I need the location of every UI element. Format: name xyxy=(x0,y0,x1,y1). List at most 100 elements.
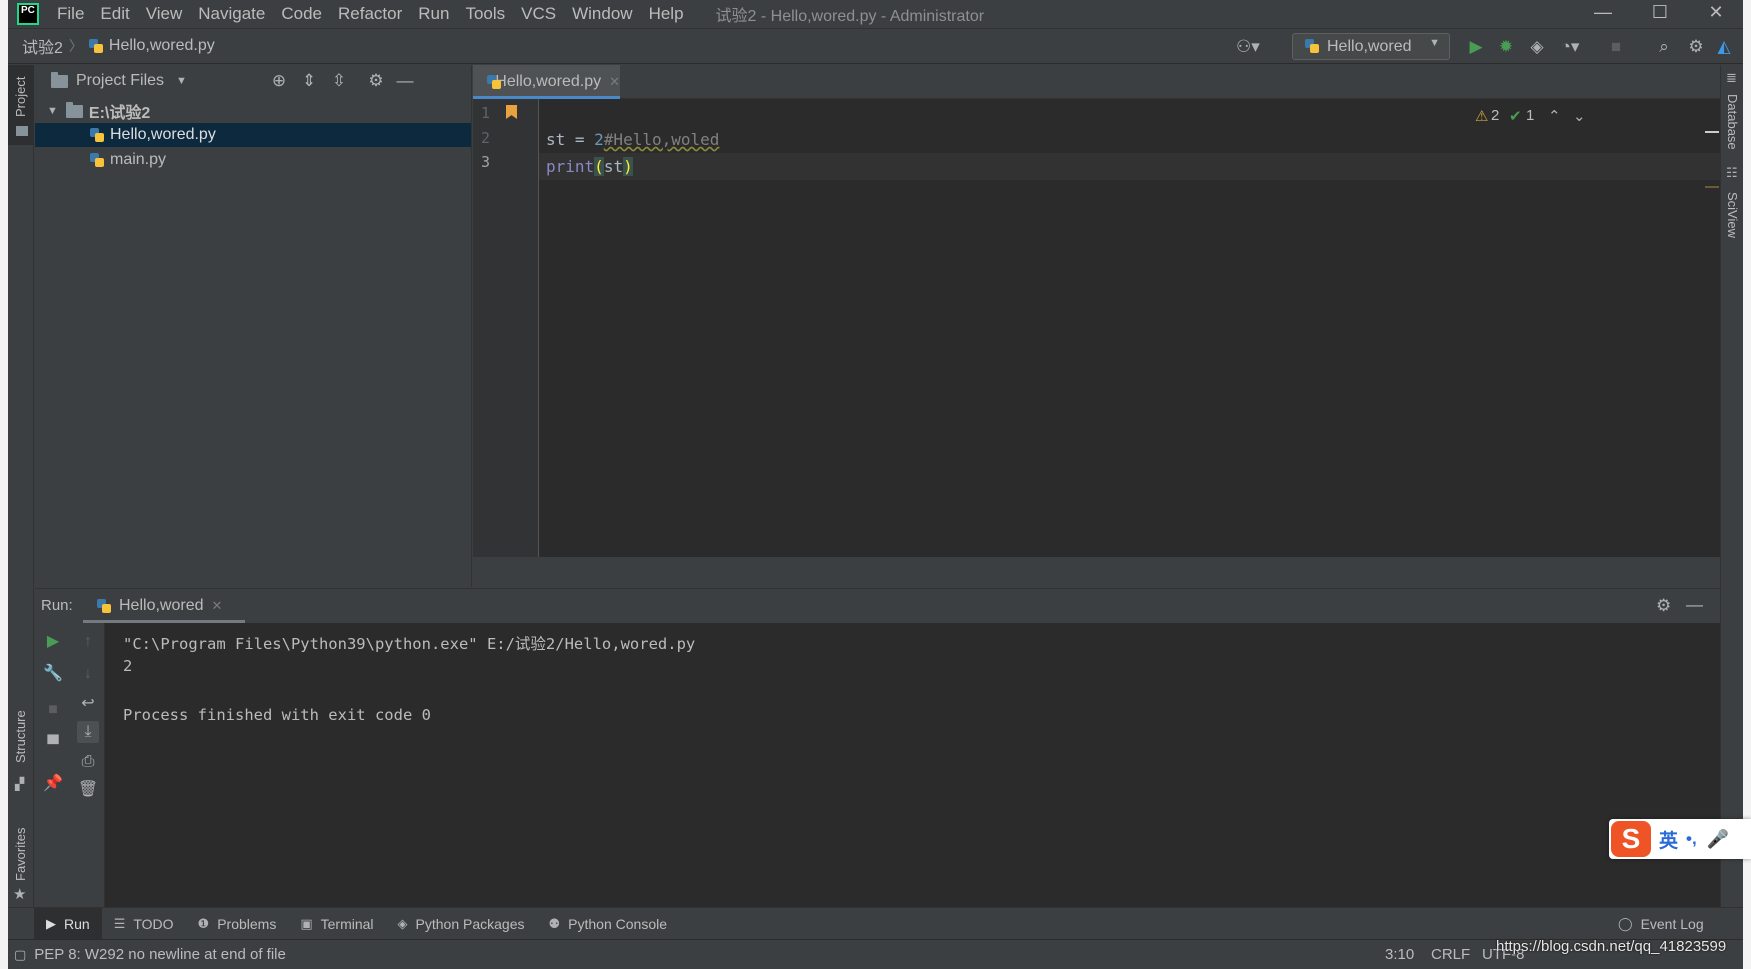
database-tool-tab[interactable]: Database xyxy=(1721,89,1743,155)
down-arrow-icon[interactable]: ↓ xyxy=(77,663,99,685)
profile-icon[interactable]: ◔▾ xyxy=(1559,36,1581,58)
code-line-1: #Hello,woled xyxy=(546,99,720,149)
soft-wrap-icon[interactable]: ↩ xyxy=(77,693,99,715)
close-tab-icon[interactable]: ✕ xyxy=(609,74,620,90)
menu-file[interactable]: File xyxy=(49,0,92,28)
gear-icon[interactable]: ⚙ xyxy=(1656,596,1671,616)
caret-position[interactable]: 3:10 xyxy=(1385,946,1414,963)
search-icon[interactable]: ⌕ xyxy=(1653,36,1675,58)
menu-vcs[interactable]: VCS xyxy=(513,0,564,28)
project-tool-tab[interactable]: Project xyxy=(8,69,34,124)
database-icon: ≣ xyxy=(1726,70,1737,85)
run-panel-header: Run: Hello,wored ✕ ⚙ — xyxy=(35,589,1720,623)
gear-icon[interactable]: ⚙ xyxy=(1685,36,1707,58)
trash-icon[interactable]: 🗑 xyxy=(77,779,99,801)
menu-view[interactable]: View xyxy=(138,0,191,28)
stop-icon[interactable]: ■ xyxy=(42,699,64,721)
editor-gutter: 1 2 3 xyxy=(473,99,539,557)
python-file-icon xyxy=(90,127,104,143)
line-separator[interactable]: CRLF xyxy=(1431,946,1470,963)
python-file-icon xyxy=(487,74,503,90)
expand-all-icon[interactable]: ⇕ xyxy=(299,71,319,91)
print-icon[interactable]: ⎙ xyxy=(77,751,99,773)
code-editor[interactable]: 1 2 3 #Hello,woled st = 2 print(st) ⚠ 2 … xyxy=(473,99,1720,557)
breadcrumb-project[interactable]: 试验2 xyxy=(22,34,63,58)
run-tab-hello-wored[interactable]: Hello,wored ✕ xyxy=(83,589,245,623)
breadcrumb-file[interactable]: Hello,wored.py xyxy=(109,37,215,55)
menu-code[interactable]: Code xyxy=(273,0,330,28)
close-button[interactable]: ✕ xyxy=(1688,0,1743,28)
project-panel: Project Files ▼ ⊕ ⇕ ⇳ ⚙ — ▼ E:\试验2 Hello… xyxy=(35,65,472,587)
tool-window-terminal[interactable]: ▣ Terminal xyxy=(288,908,385,940)
navigation-bar: 试验2 〉 Hello,wored.py ⚇▾ Hello,wored ▼ ▶ … xyxy=(8,28,1743,64)
tab-hello-wored[interactable]: Hello,wored.py ✕ xyxy=(473,65,620,99)
stop-icon[interactable]: ■ xyxy=(1605,36,1627,58)
tree-item-project-root[interactable]: ▼ E:\试验2 xyxy=(35,99,471,123)
code-line-3: print(st) xyxy=(546,153,633,180)
bookmark-icon[interactable] xyxy=(506,105,517,119)
python-console-icon: ⚉ xyxy=(548,915,561,931)
tree-item-hello-wored[interactable]: Hello,wored.py xyxy=(35,123,471,147)
ime-punctuation-toggle[interactable]: •, xyxy=(1686,829,1697,849)
tool-window-python-console[interactable]: ⚉ Python Console xyxy=(537,908,680,940)
coverage-icon[interactable]: ◈ xyxy=(1526,36,1548,58)
rerun-icon[interactable]: ▶ xyxy=(42,631,64,653)
sogou-logo-icon[interactable]: S xyxy=(1611,821,1651,857)
next-highlight-icon[interactable]: ⌄ xyxy=(1573,107,1586,125)
line-number: 1 xyxy=(481,104,491,122)
warning-count[interactable]: 2 xyxy=(1491,107,1499,124)
hide-panel-icon[interactable]: — xyxy=(1686,595,1703,615)
weak-warning-icon[interactable]: ✔ xyxy=(1509,107,1522,125)
folder-icon xyxy=(16,126,28,136)
debug-icon[interactable]: ✹ xyxy=(1495,36,1517,58)
gear-icon[interactable]: ⚙ xyxy=(366,71,386,91)
pycharm-logo-icon: PC xyxy=(17,3,39,25)
microphone-icon[interactable]: 🎤 xyxy=(1707,829,1729,850)
status-bar: ▢ PEP 8: W292 no newline at end of file … xyxy=(8,939,1743,969)
menu-refactor[interactable]: Refactor xyxy=(330,0,410,28)
scroll-to-end-icon[interactable]: ⤓ xyxy=(77,721,99,743)
tool-window-problems[interactable]: ❶ Problems xyxy=(186,908,289,940)
up-arrow-icon[interactable]: ↑ xyxy=(77,631,99,653)
toggle-tool-windows-icon[interactable]: ▢ xyxy=(14,947,26,963)
menu-help[interactable]: Help xyxy=(641,0,692,28)
chevron-down-icon[interactable]: ▼ xyxy=(47,105,58,117)
menu-run[interactable]: Run xyxy=(410,0,457,28)
warning-icon[interactable]: ⚠ xyxy=(1475,107,1488,125)
locate-file-icon[interactable]: ⊕ xyxy=(269,71,289,91)
tree-item-main[interactable]: main.py xyxy=(35,148,471,172)
tool-window-run[interactable]: ▶ Run xyxy=(34,907,102,940)
chevron-down-icon[interactable]: ▼ xyxy=(176,75,187,87)
tool-window-python-packages[interactable]: ◈ Python Packages xyxy=(386,908,537,940)
editor-breadcrumb-bar xyxy=(473,557,1720,587)
menu-edit[interactable]: Edit xyxy=(92,0,137,28)
code-with-me-icon[interactable]: ◭ xyxy=(1713,36,1735,58)
menu-window[interactable]: Window xyxy=(564,0,640,28)
console-output-line: Process finished with exit code 0 xyxy=(123,706,431,724)
editor-tabs: Hello,wored.py ✕ xyxy=(473,65,1720,99)
tool-window-event-log[interactable]: ◯ Event Log xyxy=(1606,908,1716,940)
pin-icon[interactable]: 📌 xyxy=(42,773,64,795)
maximize-button[interactable]: ☐ xyxy=(1632,0,1688,28)
structure-tool-tab[interactable]: Structure xyxy=(8,705,34,769)
run-icon[interactable]: ▶ xyxy=(1465,36,1487,58)
favorites-tool-tab[interactable]: Favorites xyxy=(8,825,34,883)
project-view-selector[interactable]: Project Files xyxy=(76,72,164,90)
previous-highlight-icon[interactable]: ⌃ xyxy=(1548,107,1561,125)
ime-mode-toggle[interactable]: 英 xyxy=(1659,826,1678,853)
menu-navigate[interactable]: Navigate xyxy=(190,0,273,28)
sciview-tool-tab[interactable]: SciView xyxy=(1721,185,1743,245)
wrench-icon[interactable]: 🔧 xyxy=(42,663,64,685)
layout-icon[interactable]: ▀ xyxy=(42,734,64,756)
tool-window-todo[interactable]: ☰ TODO xyxy=(102,908,186,940)
menu-tools[interactable]: Tools xyxy=(457,0,513,28)
weak-warning-count[interactable]: 1 xyxy=(1526,107,1534,124)
close-tab-icon[interactable]: ✕ xyxy=(211,598,222,614)
code-comment: #Hello,woled xyxy=(603,130,720,149)
minimize-button[interactable]: — xyxy=(1575,0,1631,28)
run-configuration-select[interactable]: Hello,wored ▼ xyxy=(1292,33,1450,60)
user-account-icon[interactable]: ⚇▾ xyxy=(1236,36,1260,58)
hide-panel-icon[interactable]: — xyxy=(395,71,415,91)
code-builtin: print xyxy=(546,157,595,176)
collapse-all-icon[interactable]: ⇳ xyxy=(329,71,349,91)
